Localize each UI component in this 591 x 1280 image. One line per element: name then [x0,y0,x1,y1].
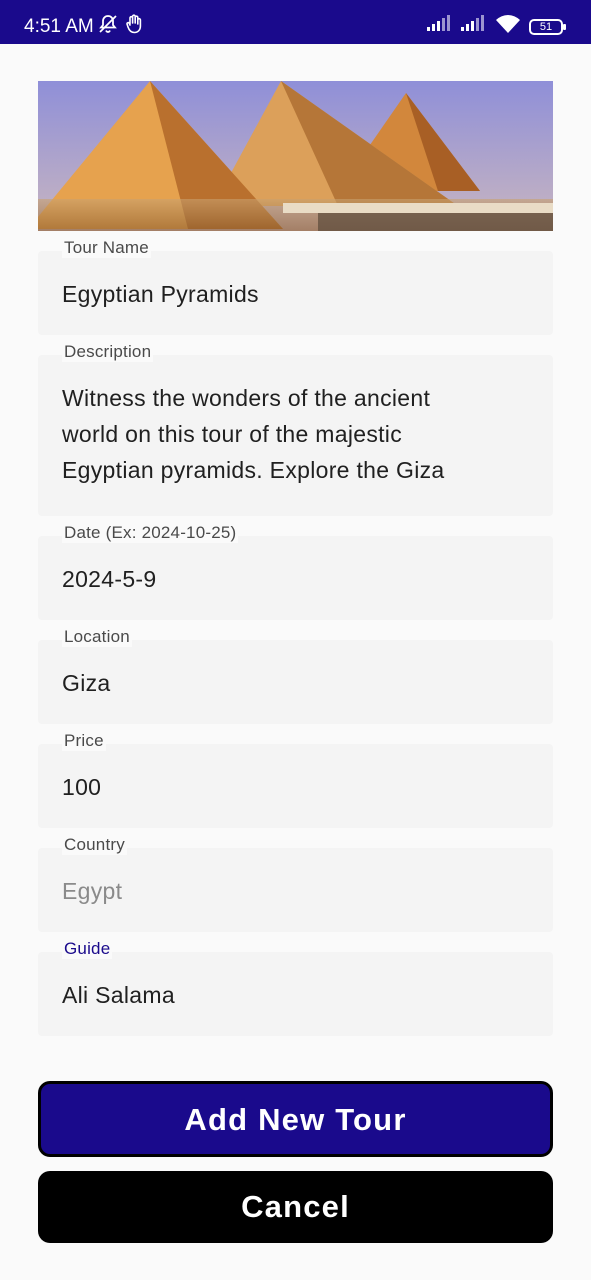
add-new-tour-button[interactable]: Add New Tour [38,1081,553,1157]
country-field[interactable]: Country Egypt [38,835,553,932]
tour-name-field[interactable]: Tour Name Egyptian Pyramids [38,238,553,335]
description-line: world on this tour of the majestic [62,421,403,447]
tour-name-label: Tour Name [62,238,151,258]
location-field[interactable]: Location Giza [38,627,553,724]
date-value[interactable]: 2024-5-9 [62,561,529,597]
description-line: Egyptian pyramids. Explore the Giza [62,457,445,483]
price-value[interactable]: 100 [62,769,529,805]
date-label: Date (Ex: 2024-10-25) [62,523,239,543]
price-label: Price [62,731,106,751]
cancel-button[interactable]: Cancel [38,1171,553,1243]
tour-name-value[interactable]: Egyptian Pyramids [62,276,529,312]
pyramids-image [38,81,553,231]
signal-icon [461,15,487,38]
notifications-off-icon [98,14,118,39]
hand-icon [126,14,144,39]
status-time: 4:51 AM [24,16,94,37]
battery-icon: 51 [529,18,566,35]
price-field[interactable]: Price 100 [38,731,553,828]
guide-label: Guide [62,939,113,959]
description-line: Witness the wonders of the ancient [62,385,431,411]
date-field[interactable]: Date (Ex: 2024-10-25) 2024-5-9 [38,523,553,620]
guide-value[interactable]: Ali Salama [62,977,529,1013]
status-bar: 4:51 AM 51 [0,0,591,44]
location-value[interactable]: Giza [62,665,529,701]
country-placeholder[interactable]: Egypt [62,873,529,909]
description-label: Description [62,342,154,362]
country-label: Country [62,835,127,855]
description-field[interactable]: Description Witness the wonders of the a… [38,342,553,516]
guide-field[interactable]: Guide Ali Salama [38,939,553,1036]
location-label: Location [62,627,132,647]
description-value[interactable]: Witness the wonders of the ancient world… [62,380,529,488]
wifi-icon [495,14,521,39]
signal-icon [427,15,453,38]
